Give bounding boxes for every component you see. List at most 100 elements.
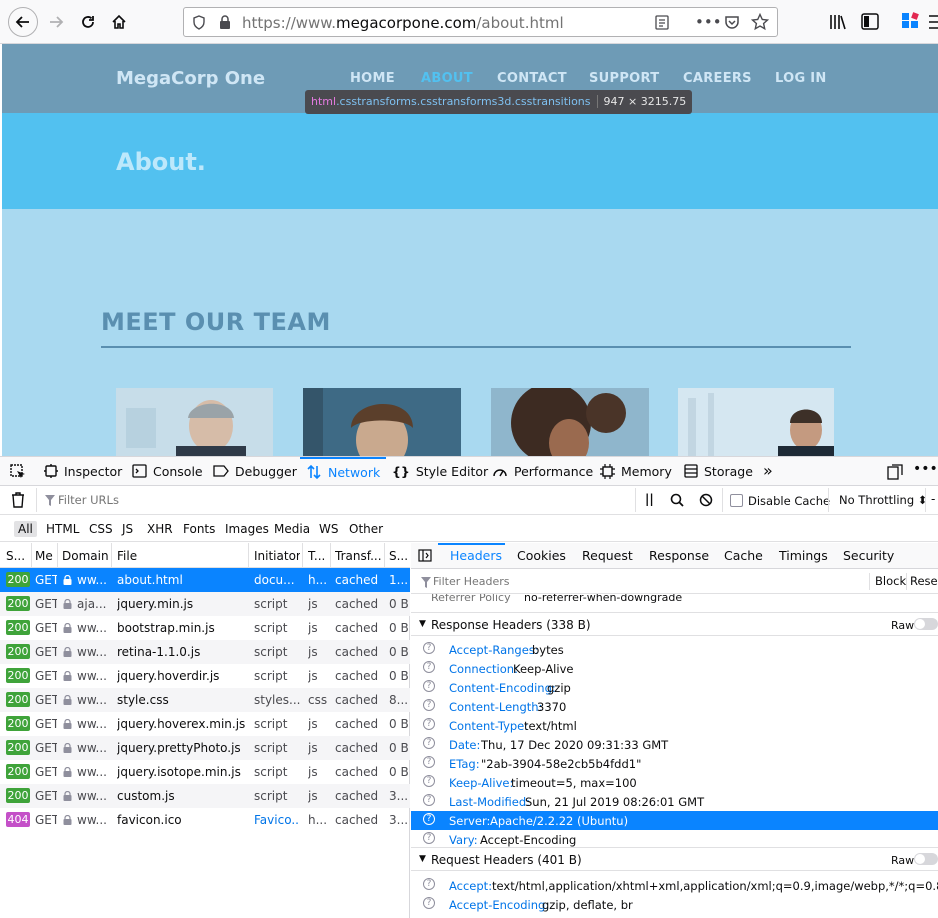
library-icon[interactable] xyxy=(829,14,847,33)
table-row[interactable]: 200 GET ww... style.css styles... css cached 8.… xyxy=(0,688,410,712)
header-row[interactable]: ? Accept-Encoding: gzip, deflate, br xyxy=(411,895,938,914)
forward-button[interactable] xyxy=(42,8,70,36)
filter-other[interactable]: Other xyxy=(345,521,387,537)
reader-view-icon[interactable] xyxy=(655,15,669,33)
filter-headers-input[interactable] xyxy=(433,573,853,590)
table-row[interactable]: 200 GET ww... jquery.prettyPhoto.js script js… xyxy=(0,736,410,760)
nav-careers[interactable]: CAREERS xyxy=(683,71,752,86)
header-row[interactable]: ? Content-Length: 3370 xyxy=(411,697,938,716)
block-button[interactable]: Block xyxy=(875,574,906,588)
devtools-menu-icon[interactable]: ••• xyxy=(913,461,938,477)
header-row[interactable]: ? ETag: "2ab-3904-58e2cb5b4fdd1" xyxy=(411,754,938,773)
help-icon[interactable]: ? xyxy=(423,661,435,673)
nav-login[interactable]: LOG IN xyxy=(775,71,827,86)
table-row[interactable]: 200 GET ww... bootstrap.min.js script js cache… xyxy=(0,616,410,640)
toggle-sidebar-icon[interactable] xyxy=(418,549,432,565)
detail-tab-security[interactable]: Security xyxy=(843,548,894,563)
filter-images[interactable]: Images xyxy=(221,521,273,537)
col-method[interactable]: Me xyxy=(35,549,55,563)
response-headers-section[interactable]: ▼ Response Headers (338 B) Raw xyxy=(411,612,938,636)
col-initiator[interactable]: Initiator xyxy=(254,549,300,563)
col-status[interactable]: S... xyxy=(6,549,28,563)
detail-tab-headers[interactable]: Headers xyxy=(450,548,502,563)
menu-icon[interactable] xyxy=(929,14,938,30)
help-icon[interactable]: ? xyxy=(423,832,435,844)
header-row[interactable]: ? Last-Modified: Sun, 21 Jul 2019 08:26:01… xyxy=(411,792,938,811)
pause-icon[interactable]: || xyxy=(645,492,654,506)
detail-tab-cookies[interactable]: Cookies xyxy=(517,548,566,563)
site-brand[interactable]: MegaCorp One xyxy=(116,68,265,89)
col-domain[interactable]: Domain xyxy=(62,549,110,563)
help-icon[interactable]: ? xyxy=(423,680,435,692)
help-icon[interactable]: ? xyxy=(423,737,435,749)
tab-storage[interactable]: Storage xyxy=(684,457,753,485)
table-row[interactable]: 200 GET aja... jquery.min.js script js cached 0… xyxy=(0,592,410,616)
filter-css[interactable]: CSS xyxy=(85,521,117,537)
search-icon[interactable] xyxy=(670,493,684,510)
element-picker-icon[interactable] xyxy=(10,464,26,483)
col-transferred[interactable]: Transf... xyxy=(335,549,381,563)
table-row[interactable]: 200 GET ww... jquery.isotope.min.js script js… xyxy=(0,760,410,784)
filter-xhr[interactable]: XHR xyxy=(143,521,177,537)
nav-contact[interactable]: CONTACT xyxy=(497,71,567,86)
table-row[interactable]: 200 GET ww... retina-1.1.0.js script js cached… xyxy=(0,640,410,664)
filter-html[interactable]: HTML xyxy=(42,521,83,537)
filter-media[interactable]: Media xyxy=(270,521,314,537)
block-icon[interactable] xyxy=(699,493,713,510)
filter-fonts[interactable]: Fonts xyxy=(179,521,219,537)
help-icon[interactable]: ? xyxy=(423,699,435,711)
help-icon[interactable]: ? xyxy=(423,813,435,825)
help-icon[interactable]: ? xyxy=(423,878,435,890)
help-icon[interactable]: ? xyxy=(423,794,435,806)
detail-tab-cache[interactable]: Cache xyxy=(724,548,763,563)
trash-icon[interactable] xyxy=(11,492,25,511)
bookmark-star-icon[interactable] xyxy=(750,12,770,34)
resend-button[interactable]: Resen xyxy=(910,574,938,588)
tab-inspector[interactable]: Inspector xyxy=(44,457,122,485)
back-button[interactable] xyxy=(8,7,38,37)
col-size[interactable]: S... xyxy=(389,549,409,563)
help-icon[interactable]: ? xyxy=(423,897,435,909)
dock-icon[interactable] xyxy=(887,464,903,483)
shield-icon[interactable] xyxy=(192,15,206,33)
team-photo[interactable] xyxy=(491,388,649,456)
help-icon[interactable]: ? xyxy=(423,642,435,654)
header-row[interactable]: ? Accept-Ranges: bytes xyxy=(411,640,938,659)
table-row[interactable]: 200 GET ww... jquery.hoverdir.js script js cac… xyxy=(0,664,410,688)
reload-button[interactable] xyxy=(74,8,102,36)
tab-performance[interactable]: Performance xyxy=(492,457,593,485)
header-row[interactable]: ? Date: Thu, 17 Dec 2020 09:31:33 GMT xyxy=(411,735,938,754)
header-row[interactable]: ? Content-Encoding: gzip xyxy=(411,678,938,697)
lock-icon[interactable] xyxy=(219,15,231,32)
disable-cache-checkbox[interactable] xyxy=(730,494,743,507)
header-row[interactable]: ? Content-Type: text/html xyxy=(411,716,938,735)
tab-debugger[interactable]: Debugger xyxy=(213,457,297,485)
detail-tab-timings[interactable]: Timings xyxy=(779,548,828,563)
detail-tab-request[interactable]: Request xyxy=(582,548,633,563)
extensions-icon[interactable] xyxy=(901,12,919,33)
raw-toggle[interactable] xyxy=(914,618,938,630)
raw-toggle[interactable] xyxy=(914,853,938,865)
table-row[interactable]: 200 GET ww... about.html docu... h... cached 1.… xyxy=(0,568,410,592)
help-icon[interactable]: ? xyxy=(423,775,435,787)
nav-home[interactable]: HOME xyxy=(350,71,395,86)
col-type[interactable]: T... xyxy=(308,549,330,563)
sidebar-toggle-icon[interactable] xyxy=(861,13,879,33)
page-actions-icon[interactable]: ••• xyxy=(695,13,722,31)
tab-network[interactable]: Network xyxy=(300,457,387,485)
tab-memory[interactable]: Memory xyxy=(600,457,672,485)
filter-urls-input[interactable] xyxy=(58,491,618,509)
table-row[interactable]: 200 GET ww... jquery.hoverex.min.js script js… xyxy=(0,712,410,736)
header-row[interactable]: ? Connection: Keep-Alive xyxy=(411,659,938,678)
help-icon[interactable]: ? xyxy=(423,718,435,730)
help-icon[interactable]: ? xyxy=(423,756,435,768)
nav-about[interactable]: ABOUT xyxy=(421,71,473,86)
more-tools-chevron-icon[interactable]: » xyxy=(763,461,773,480)
team-photo[interactable] xyxy=(303,388,461,456)
filter-all[interactable]: All xyxy=(14,521,37,537)
team-photo[interactable] xyxy=(678,388,834,456)
tab-style-editor[interactable]: {} Style Editor xyxy=(392,457,488,485)
pocket-icon[interactable] xyxy=(724,14,740,33)
throttling-select[interactable]: No Throttling ⬍ xyxy=(839,493,927,507)
address-bar[interactable]: https://www.megacorpone.com/about.html •… xyxy=(183,7,778,37)
